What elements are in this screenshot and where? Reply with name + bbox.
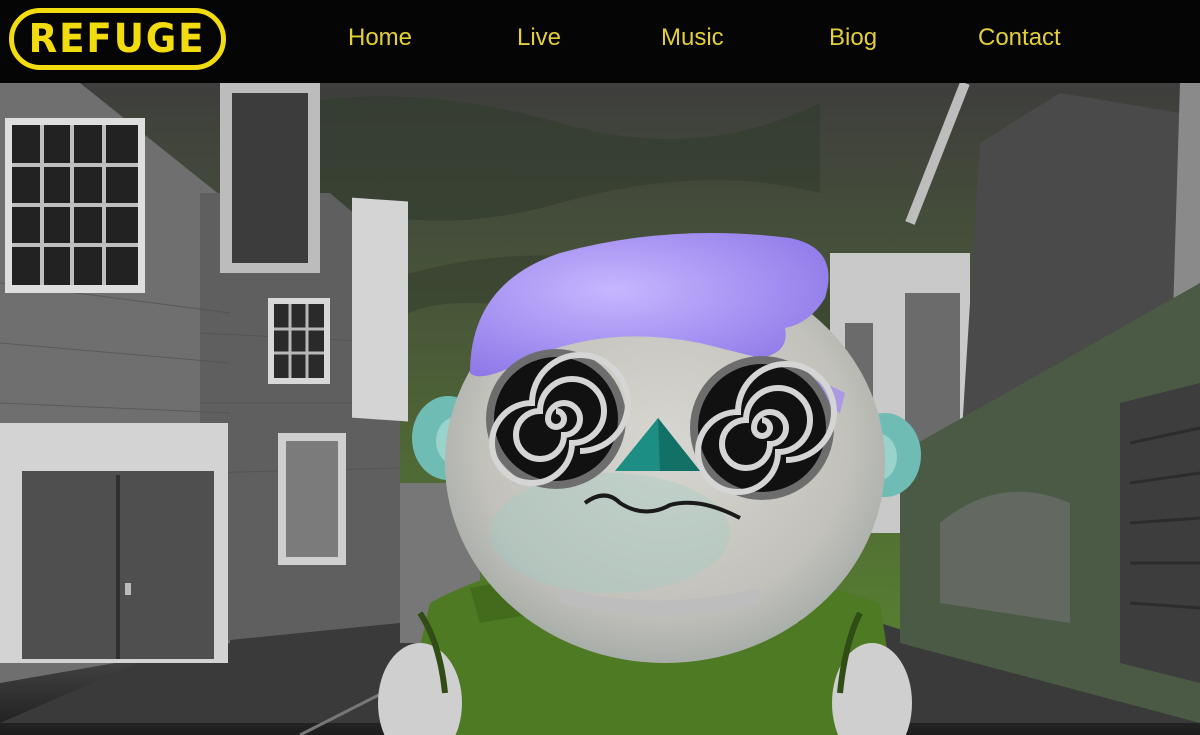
nav-live-link[interactable]: Live [517,24,561,52]
right-spiral-eye [690,356,837,500]
nav-home-link[interactable]: Home [348,24,412,52]
hero-scene [0,83,1200,735]
nav-music-link[interactable]: Music [661,24,724,52]
nav-biog-link[interactable]: Biog [829,24,877,52]
top-navigation-bar: REFUGE Home Live Music Biog Contact [0,0,1200,83]
refuge-logo[interactable]: REFUGE [9,8,226,70]
hero-image [0,83,1200,735]
logo-text: REFUGE [29,16,206,62]
nav-contact-link[interactable]: Contact [978,24,1061,52]
